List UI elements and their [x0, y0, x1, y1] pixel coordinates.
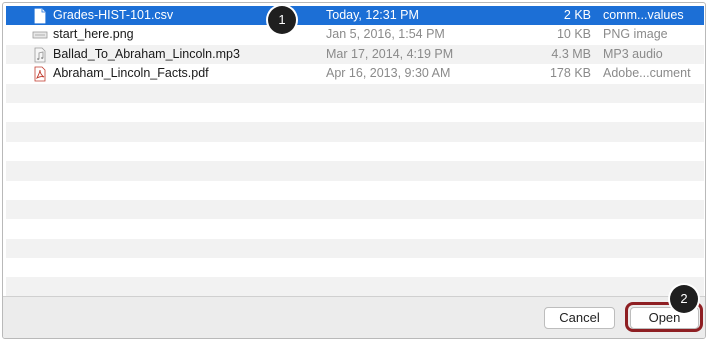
- file-kind: PNG image: [603, 27, 668, 42]
- file-row[interactable]: Grades-HIST-101.csv Today, 12:31 PM 2 KB…: [6, 6, 704, 26]
- audio-file-icon: [34, 47, 46, 63]
- empty-row: [6, 141, 704, 162]
- empty-row: [6, 83, 704, 103]
- file-kind: MP3 audio: [603, 46, 663, 61]
- file-row[interactable]: Abraham_Lincoln_Facts.pdf Apr 16, 2013, …: [6, 64, 704, 84]
- dialog-footer: Cancel Open: [3, 296, 705, 338]
- file-kind: Adobe...cument: [603, 66, 691, 81]
- open-button[interactable]: Open: [630, 307, 699, 329]
- empty-row: [6, 277, 704, 296]
- empty-row: [6, 180, 704, 200]
- file-name: Grades-HIST-101.csv: [53, 8, 174, 22]
- pdf-file-icon: [34, 66, 46, 82]
- file-size: 4.3 MB: [551, 46, 591, 61]
- empty-row: [6, 122, 704, 142]
- empty-row: [6, 219, 704, 239]
- file-size: 10 KB: [556, 27, 591, 42]
- file-list[interactable]: Grades-HIST-101.csv Today, 12:31 PM 2 KB…: [6, 6, 704, 296]
- document-icon: [34, 8, 46, 24]
- empty-row: [6, 161, 704, 181]
- empty-row: [6, 238, 704, 259]
- empty-row: [6, 258, 704, 278]
- file-size: 2 KB: [563, 8, 591, 22]
- image-file-icon: [32, 31, 48, 39]
- file-kind: comm...values: [603, 8, 684, 22]
- empty-row: [6, 102, 704, 123]
- file-name: Abraham_Lincoln_Facts.pdf: [53, 66, 209, 81]
- empty-row: [6, 199, 704, 220]
- cancel-button[interactable]: Cancel: [544, 307, 615, 329]
- file-name: start_here.png: [53, 27, 134, 42]
- file-row[interactable]: start_here.png Jan 5, 2016, 1:54 PM 10 K…: [6, 25, 704, 45]
- file-row[interactable]: Ballad_To_Abraham_Lincoln.mp3 Mar 17, 20…: [6, 44, 704, 65]
- file-open-dialog: Grades-HIST-101.csv Today, 12:31 PM 2 KB…: [2, 2, 706, 339]
- file-size: 178 KB: [549, 66, 591, 81]
- file-name: Ballad_To_Abraham_Lincoln.mp3: [53, 46, 240, 61]
